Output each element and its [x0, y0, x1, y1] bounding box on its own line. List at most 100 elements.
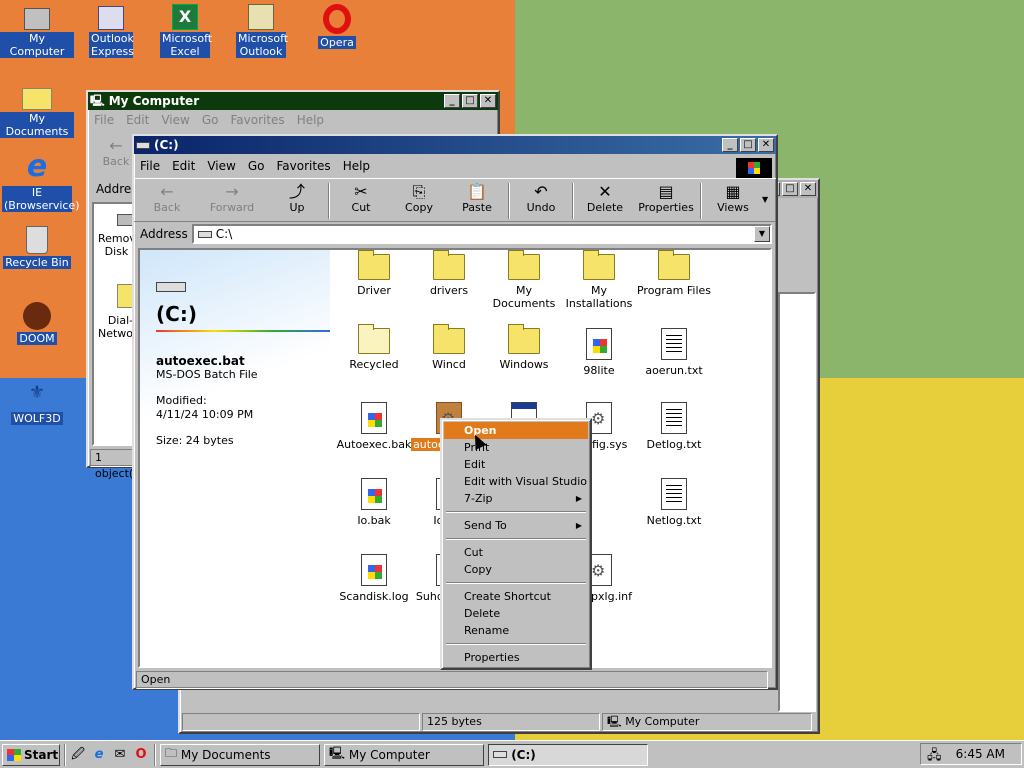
- toolbar-forward-button[interactable]: → Forward: [196, 181, 268, 219]
- context-menu-item[interactable]: Properties: [444, 649, 588, 666]
- toolbar-up-button[interactable]: ⤴ Up: [268, 181, 326, 219]
- desktop-icon-outlook-express[interactable]: Outlook Express: [74, 4, 148, 58]
- desktop-icon-excel[interactable]: X Microsoft Excel: [148, 4, 222, 58]
- file-item[interactable]: Autoexec.bak: [336, 402, 412, 451]
- my-computer-titlebar[interactable]: 🖳 My Computer _ □ ✕: [88, 92, 498, 110]
- task-my-documents[interactable]: 🗀 My Documents: [160, 743, 320, 766]
- context-menu-item[interactable]: Delete: [444, 605, 588, 622]
- file-item[interactable]: Io.bak: [336, 478, 412, 527]
- toolbar-views-button[interactable]: ▦ Views: [704, 181, 762, 219]
- minimize-button[interactable]: _: [444, 94, 460, 108]
- task-my-computer[interactable]: 🖳 My Computer: [324, 743, 484, 766]
- file-item[interactable]: My Installations: [561, 250, 637, 310]
- toolbar-cut-button[interactable]: ✂ Cut: [332, 181, 390, 219]
- file-item[interactable]: drivers: [411, 250, 487, 297]
- menu-help[interactable]: Help: [343, 159, 370, 173]
- file-item[interactable]: 98lite: [561, 328, 637, 377]
- file-item[interactable]: aoerun.txt: [636, 328, 712, 377]
- file-item[interactable]: Detlog.txt: [636, 402, 712, 451]
- file-label: Program Files: [636, 284, 712, 297]
- menu-edit[interactable]: Edit: [126, 113, 149, 127]
- toolbar-separator: [508, 183, 510, 219]
- file-item[interactable]: My Documents: [486, 250, 562, 310]
- network-tray-icon[interactable]: 🖧: [927, 746, 942, 768]
- task-c-drive[interactable]: (C:): [488, 743, 648, 766]
- webview-panel: (C:) autoexec.bat MS-DOS Batch File Modi…: [140, 250, 330, 666]
- minimize-button[interactable]: _: [722, 138, 738, 152]
- c-drive-titlebar[interactable]: (C:) _ □ ✕: [134, 136, 776, 154]
- menu-edit[interactable]: Edit: [172, 159, 195, 173]
- file-item[interactable]: Recycled: [336, 324, 412, 371]
- desktop-icon-my-documents[interactable]: My Documents: [0, 80, 74, 138]
- address-input[interactable]: C:\ ▼: [191, 224, 772, 244]
- file-item[interactable]: Driver: [336, 250, 412, 297]
- maximize-button[interactable]: □: [782, 182, 798, 196]
- show-desktop-icon[interactable]: 🖉: [69, 746, 87, 764]
- menubar: File Edit View Go Favorites Help: [134, 154, 776, 178]
- opera-quicklaunch-icon[interactable]: O: [132, 746, 150, 764]
- context-menu-item[interactable]: Print: [444, 439, 588, 456]
- desktop-icon-ie[interactable]: e IE (Browservice): [0, 152, 80, 212]
- menu-favorites[interactable]: Favorites: [230, 113, 284, 127]
- back-button[interactable]: ← Back: [96, 136, 136, 168]
- menu-view[interactable]: View: [161, 113, 189, 127]
- menu-file[interactable]: File: [94, 113, 114, 127]
- start-button[interactable]: Start: [2, 743, 60, 766]
- context-menu-item[interactable]: Send To ▶: [444, 517, 588, 534]
- menu-view[interactable]: View: [207, 159, 235, 173]
- context-menu-item[interactable]: 7-Zip ▶: [444, 490, 588, 507]
- toolbar-properties-button[interactable]: ▤ Properties: [634, 181, 698, 219]
- file-item[interactable]: Netlog.txt: [636, 478, 712, 527]
- context-menu-item[interactable]: Copy: [444, 561, 588, 578]
- toolbar-paste-button[interactable]: 📋 Paste: [448, 181, 506, 219]
- file-item[interactable]: Wincd: [411, 324, 487, 371]
- close-button[interactable]: ✕: [480, 94, 496, 108]
- file-item[interactable]: Windows: [486, 324, 562, 371]
- toolbar-delete-button[interactable]: ✕ Delete: [576, 181, 634, 219]
- desktop-icon-opera[interactable]: Opera: [300, 4, 374, 49]
- submenu-arrow-icon: ▶: [575, 521, 582, 530]
- menu-file[interactable]: File: [140, 159, 160, 173]
- menu-help[interactable]: Help: [297, 113, 324, 127]
- file-label: 98lite: [583, 364, 615, 377]
- menu-separator: [446, 538, 586, 540]
- desktop-icon-outlook[interactable]: Microsoft Outlook: [224, 4, 298, 58]
- desktop-icon-doom[interactable]: DOOM: [0, 302, 74, 345]
- maximize-button[interactable]: □: [740, 138, 756, 152]
- menu-go[interactable]: Go: [248, 159, 265, 173]
- context-menu-item[interactable]: Cut: [444, 544, 588, 561]
- file-item[interactable]: Program Files: [636, 250, 712, 297]
- toolbar-back-button[interactable]: ← Back: [138, 181, 196, 219]
- close-button[interactable]: ✕: [800, 182, 816, 196]
- context-menu-item[interactable]: Edit: [444, 456, 588, 473]
- desktop-icon-my-computer[interactable]: My Computer: [0, 4, 74, 58]
- desktop-icon-recycle-bin[interactable]: Recycle Bin: [0, 226, 74, 269]
- context-menu-item[interactable]: Edit with Visual Studio: [444, 473, 588, 490]
- address-dropdown-button[interactable]: ▼: [754, 226, 770, 242]
- windows-file-icon: [586, 328, 612, 360]
- context-menu-item[interactable]: Rename: [444, 622, 588, 639]
- windows-file-icon: [361, 402, 387, 434]
- menu-separator: [446, 582, 586, 584]
- computer-icon: 🖳: [329, 746, 346, 760]
- toolbar-undo-button[interactable]: ↶ Undo: [512, 181, 570, 219]
- views-icon: ▦: [725, 182, 741, 201]
- ie-quicklaunch-icon[interactable]: e: [90, 746, 108, 764]
- mail-icon: [98, 6, 124, 30]
- menu-go[interactable]: Go: [202, 113, 219, 127]
- menu-favorites[interactable]: Favorites: [276, 159, 330, 173]
- clock[interactable]: 6:45 AM: [956, 747, 1005, 761]
- computer-icon: 🖳: [607, 715, 622, 728]
- context-menu-item[interactable]: Open: [444, 422, 588, 439]
- maximize-button[interactable]: □: [462, 94, 478, 108]
- panel-drive-title: (C:): [156, 302, 197, 326]
- close-button[interactable]: ✕: [758, 138, 774, 152]
- desktop-icon-wolf3d[interactable]: ⚜ WOLF3D: [0, 378, 74, 425]
- system-tray: 🖧 6:45 AM: [920, 743, 1022, 765]
- context-menu-item[interactable]: Create Shortcut: [444, 588, 588, 605]
- file-label: My Installations: [565, 284, 633, 310]
- views-dropdown-arrow-icon[interactable]: ▼: [762, 181, 768, 204]
- file-item[interactable]: Scandisk.log: [336, 554, 412, 603]
- outlook-quicklaunch-icon[interactable]: ✉: [111, 746, 129, 764]
- toolbar-copy-button[interactable]: ⎘ Copy: [390, 181, 448, 219]
